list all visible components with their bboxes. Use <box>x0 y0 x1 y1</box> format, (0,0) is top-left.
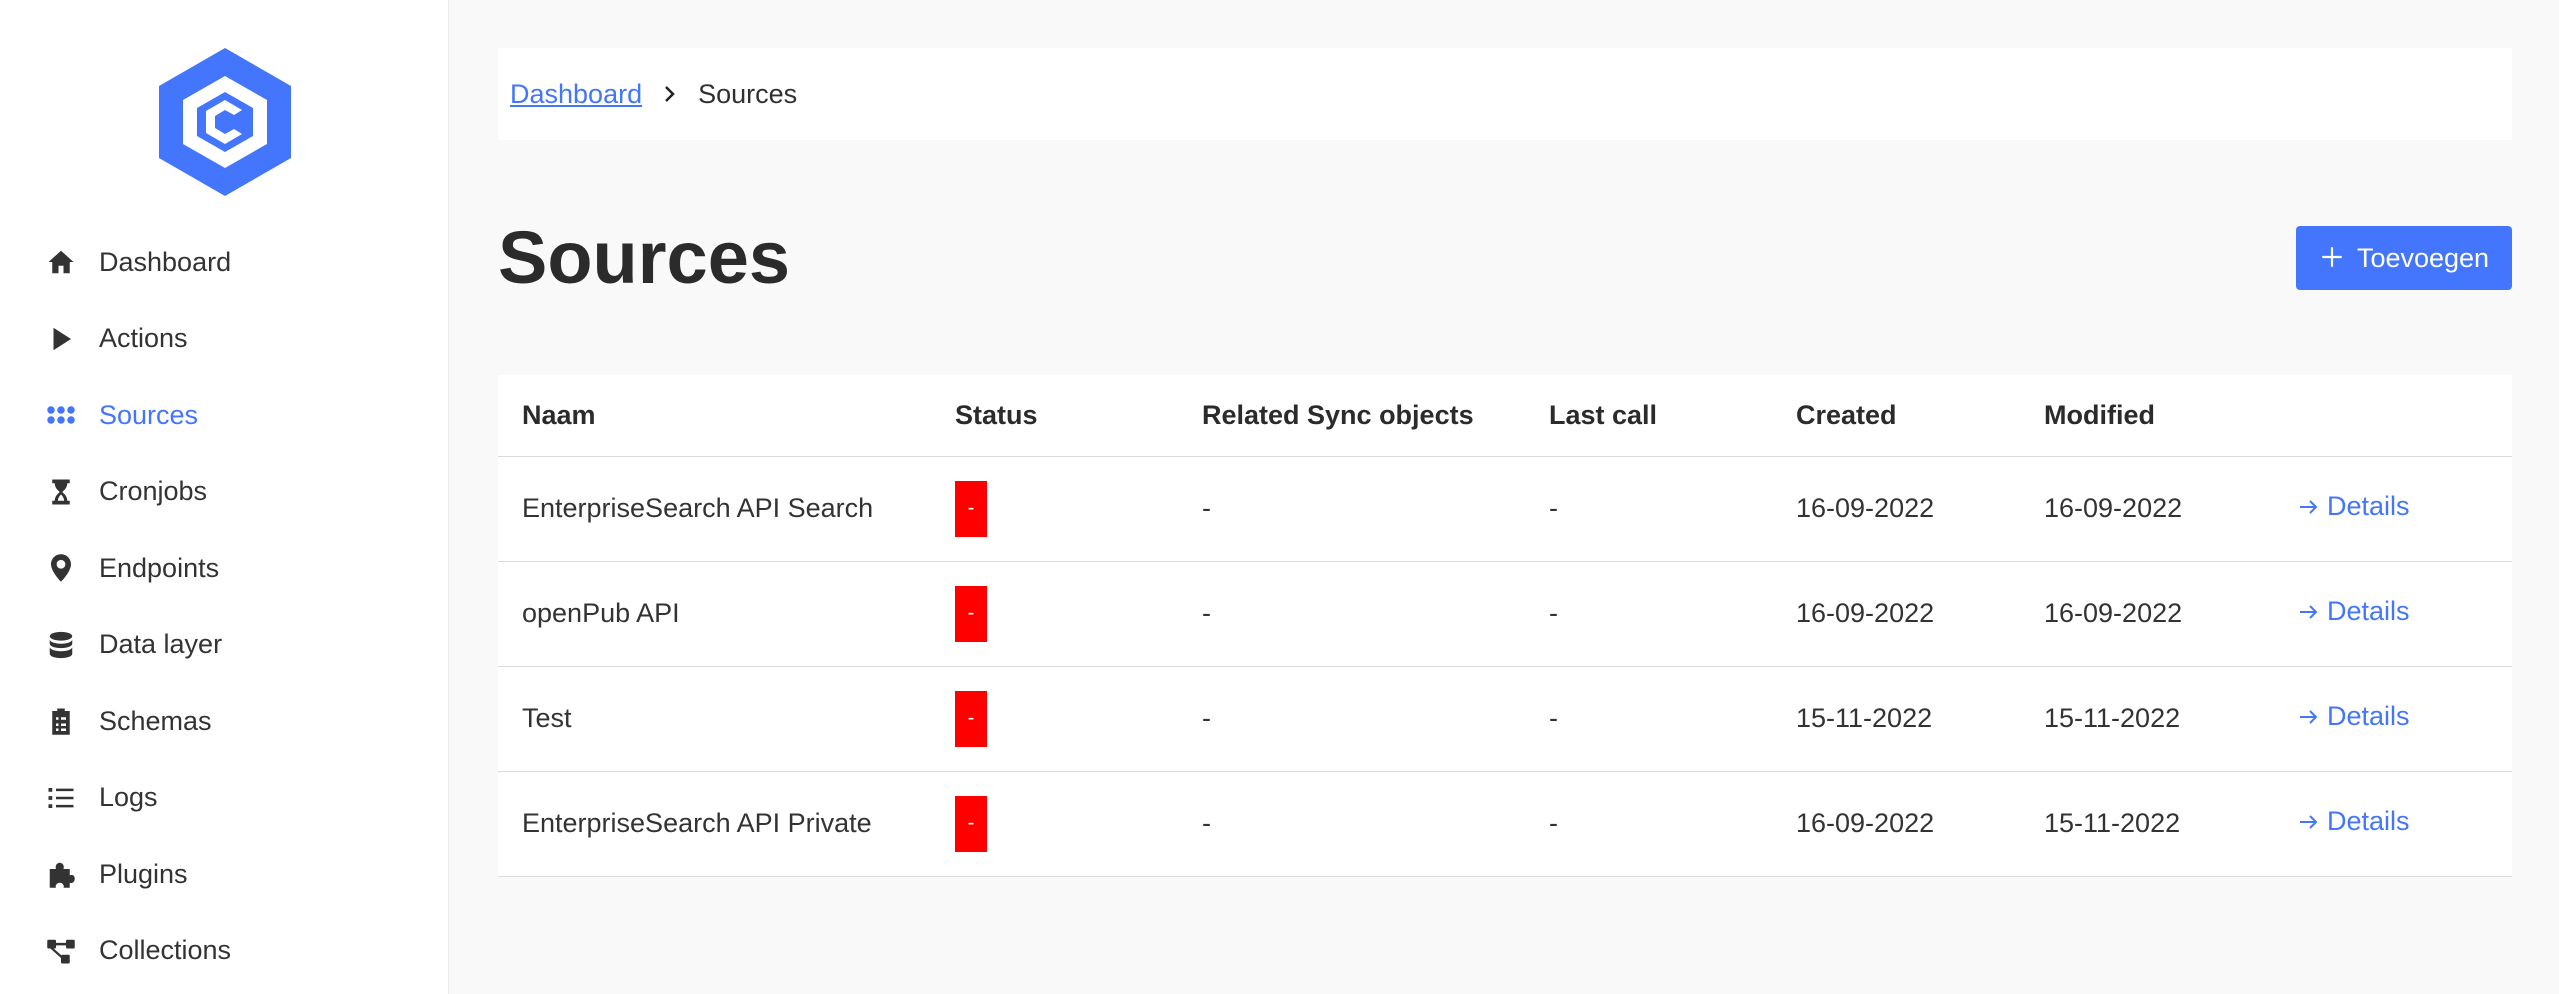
details-link[interactable]: Details <box>2297 806 2410 837</box>
table-row: EnterpriseSearch API Search - - - 16-09-… <box>498 456 2512 562</box>
cell-created: 15-11-2022 <box>1796 666 2044 772</box>
add-source-button[interactable]: Toevoegen <box>2296 226 2512 290</box>
cell-related-sync-objects: - <box>1202 456 1549 562</box>
table-row: EnterpriseSearch API Private - - - 16-09… <box>498 771 2512 877</box>
sidebar-item-cronjobs[interactable]: Cronjobs <box>0 454 449 531</box>
cell-naam: EnterpriseSearch API Private <box>498 771 955 877</box>
details-link-label: Details <box>2327 806 2410 837</box>
sidebar-item-label: Logs <box>99 782 158 813</box>
sidebar-item-label: Collections <box>99 935 232 966</box>
location-pin-icon <box>45 552 77 584</box>
sidebar-item-label: Dashboard <box>99 246 232 277</box>
sidebar-item-endpoints[interactable]: Endpoints <box>0 530 449 607</box>
cell-modified: 15-11-2022 <box>2044 666 2297 772</box>
sidebar-item-label: Plugins <box>99 858 188 889</box>
cell-related-sync-objects: - <box>1202 666 1549 772</box>
cell-modified: 16-09-2022 <box>2044 561 2297 667</box>
sidebar-item-label: Actions <box>99 323 188 354</box>
arrow-right-icon <box>2300 815 2318 829</box>
grid-dots-icon <box>45 399 77 431</box>
add-button-label: Toevoegen <box>2356 242 2490 273</box>
breadcrumb-current: Sources <box>698 78 798 109</box>
column-header-modified[interactable]: Modified <box>2044 375 2297 457</box>
column-header-naam[interactable]: Naam <box>498 375 955 457</box>
sidebar-item-actions[interactable]: Actions <box>0 301 449 378</box>
sidebar-item-label: Endpoints <box>99 552 220 583</box>
column-header-status[interactable]: Status <box>955 375 1202 457</box>
list-icon <box>45 782 77 814</box>
cell-created: 16-09-2022 <box>1796 561 2044 667</box>
sidebar-item-label: Data layer <box>99 629 223 660</box>
sidebar-item-collections[interactable]: Collections <box>0 913 449 990</box>
sidebar-item-label: Cronjobs <box>99 476 208 507</box>
sidebar-item-schemas[interactable]: Schemas <box>0 683 449 760</box>
cell-related-sync-objects: - <box>1202 771 1549 877</box>
sidebar-item-sources[interactable]: Sources <box>0 377 449 454</box>
status-badge: - <box>955 690 987 747</box>
status-badge: - <box>955 795 987 852</box>
sources-table: Naam Status Related Sync objects Last ca… <box>498 375 2512 877</box>
cell-last-call: - <box>1549 771 1796 877</box>
cell-modified: 16-09-2022 <box>2044 456 2297 562</box>
column-header-actions <box>2297 375 2512 457</box>
plus-icon <box>2319 240 2345 276</box>
puzzle-icon <box>45 858 77 890</box>
column-header-created[interactable]: Created <box>1796 375 2044 457</box>
clipboard-icon <box>45 705 77 737</box>
sidebar-item-label: Schemas <box>99 705 212 736</box>
column-header-related-sync-objects[interactable]: Related Sync objects <box>1202 375 1549 457</box>
play-icon <box>45 323 77 355</box>
hourglass-icon <box>45 476 77 508</box>
sidebar-item-dashboard[interactable]: Dashboard <box>0 224 449 301</box>
cell-naam: openPub API <box>498 561 955 667</box>
column-header-last-call[interactable]: Last call <box>1549 375 1796 457</box>
cell-modified: 15-11-2022 <box>2044 771 2297 877</box>
sidebar: Dashboard Actions Sources Cronjobs Endpo… <box>0 0 449 994</box>
breadcrumb-dashboard-link[interactable]: Dashboard <box>510 79 642 110</box>
sidebar-nav: Dashboard Actions Sources Cronjobs Endpo… <box>0 224 449 989</box>
status-badge: - <box>955 585 987 642</box>
arrow-right-icon <box>2300 605 2318 619</box>
breadcrumb: Dashboard Sources <box>498 48 2512 140</box>
cell-created: 16-09-2022 <box>1796 771 2044 877</box>
sidebar-item-data-layer[interactable]: Data layer <box>0 607 449 684</box>
database-icon <box>45 629 77 661</box>
details-link[interactable]: Details <box>2297 701 2410 732</box>
arrow-right-icon <box>2300 500 2318 514</box>
table-header-row: Naam Status Related Sync objects Last ca… <box>498 375 2512 457</box>
status-badge: - <box>955 480 987 537</box>
sidebar-item-label: Sources <box>99 399 199 430</box>
cell-created: 16-09-2022 <box>1796 456 2044 562</box>
cell-last-call: - <box>1549 561 1796 667</box>
cell-last-call: - <box>1549 666 1796 772</box>
home-icon <box>45 246 77 278</box>
nodes-icon <box>45 935 77 967</box>
table-row: Test - - - 15-11-2022 15-11-2022 Details <box>498 666 2512 772</box>
sidebar-item-logs[interactable]: Logs <box>0 760 449 837</box>
arrow-right-icon <box>2300 710 2318 724</box>
cell-naam: EnterpriseSearch API Search <box>498 456 955 562</box>
page-title: Sources <box>498 216 791 299</box>
sidebar-item-plugins[interactable]: Plugins <box>0 836 449 913</box>
details-link-label: Details <box>2327 596 2410 627</box>
app-logo[interactable] <box>156 46 294 198</box>
details-link-label: Details <box>2327 491 2410 522</box>
chevron-right-icon <box>662 84 678 104</box>
cell-naam: Test <box>498 666 955 772</box>
table-row: openPub API - - - 16-09-2022 16-09-2022 … <box>498 561 2512 667</box>
details-link[interactable]: Details <box>2297 491 2410 522</box>
cell-last-call: - <box>1549 456 1796 562</box>
details-link[interactable]: Details <box>2297 596 2410 627</box>
details-link-label: Details <box>2327 701 2410 732</box>
cell-related-sync-objects: - <box>1202 561 1549 667</box>
